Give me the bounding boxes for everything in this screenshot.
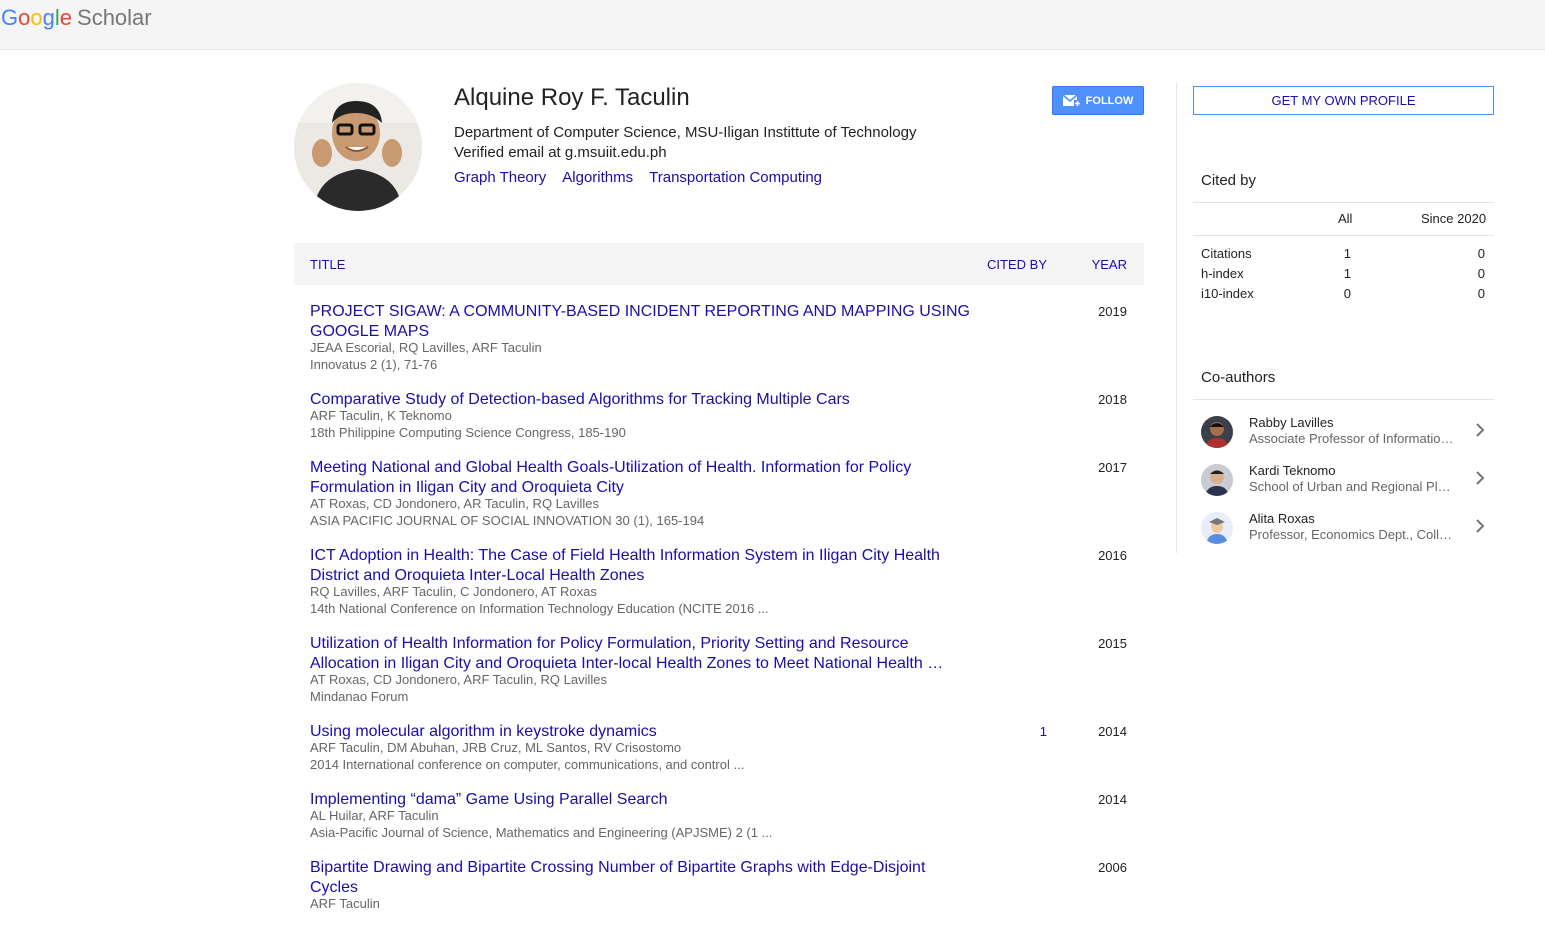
col-all[interactable]: All (1338, 211, 1352, 226)
mail-plus-icon (1062, 93, 1081, 107)
cited-by-title: Cited by (1201, 172, 1257, 189)
article-venue: 18th Philippine Computing Science Congre… (310, 425, 626, 440)
article-year: 2017 (1098, 460, 1127, 475)
article-venue: ASIA PACIFIC JOURNAL OF SOCIAL INNOVATIO… (310, 513, 705, 528)
article-venue: Asia-Pacific Journal of Science, Mathema… (310, 825, 773, 840)
article-year: 2014 (1098, 792, 1127, 807)
metric-all: 0 (1343, 286, 1351, 301)
article-authors: ARF Taculin, K Teknomo (310, 408, 452, 423)
coauthor-affiliation: Professor, Economics Dept., College of B… (1249, 527, 1454, 542)
chevron-right-icon (1476, 423, 1485, 437)
article-year: 2014 (1098, 724, 1127, 739)
interest-link[interactable]: Graph Theory (454, 169, 546, 186)
article-title[interactable]: PROJECT SIGAW: A COMMUNITY-BASED INCIDEN… (310, 302, 970, 342)
interest-link[interactable]: Transportation Computing (649, 169, 822, 186)
article-year: 2019 (1098, 304, 1127, 319)
article-cited-by[interactable]: 1 (1040, 724, 1047, 739)
coauthor-avatar (1201, 512, 1233, 544)
article-title[interactable]: Bipartite Drawing and Bipartite Crossing… (310, 858, 970, 898)
top-bar: Google Scholar (0, 0, 1545, 50)
metric-row: h-index 1 0 (1193, 266, 1494, 286)
coauthor-affiliation: School of Urban and Regional Planning (1249, 479, 1454, 494)
profile-photo (294, 83, 422, 211)
article-title[interactable]: Comparative Study of Detection-based Alg… (310, 390, 970, 410)
article-title[interactable]: ICT Adoption in Health: The Case of Fiel… (310, 546, 970, 586)
article-authors: AT Roxas, CD Jondonero, ARF Taculin, RQ … (310, 672, 607, 687)
metric-row: Citations 1 0 (1193, 246, 1494, 266)
col-since[interactable]: Since 2020 (1421, 211, 1486, 226)
divider (1193, 202, 1494, 203)
article-year: 2015 (1098, 636, 1127, 651)
google-scholar-logo[interactable]: Google Scholar (1, 5, 152, 31)
logo-letter: o (18, 5, 31, 30)
article-authors: AT Roxas, CD Jondonero, AR Taculin, RQ L… (310, 496, 600, 511)
article-venue: 14th National Conference on Information … (310, 601, 769, 616)
metric-label[interactable]: i10-index (1201, 286, 1254, 301)
sidebar-divider (1176, 83, 1177, 553)
get-my-own-profile-button[interactable]: GET MY OWN PROFILE (1193, 86, 1494, 115)
article-venue: Innovatus 2 (1), 71-76 (310, 357, 438, 372)
profile-email: Verified email at g.msuiit.edu.ph (454, 144, 667, 161)
metric-label[interactable]: h-index (1201, 266, 1244, 281)
metric-all: 1 (1343, 266, 1351, 281)
metric-since: 0 (1477, 266, 1485, 281)
article-year: 2016 (1098, 548, 1127, 563)
article-title[interactable]: Utilization of Health Information for Po… (310, 634, 970, 674)
sort-by-title[interactable]: TITLE (310, 257, 345, 272)
articles-table-header: TITLE CITED BY YEAR (294, 243, 1144, 285)
logo-letter: G (1, 5, 19, 30)
article-authors: RQ Lavilles, ARF Taculin, C Jondonero, A… (310, 584, 597, 599)
interest-link[interactable]: Algorithms (562, 169, 633, 186)
metric-row: i10-index 0 0 (1193, 286, 1494, 306)
profile-name: Alquine Roy F. Taculin (454, 84, 690, 111)
coauthor-name: Alita Roxas (1249, 511, 1315, 526)
article-authors: ARF Taculin, DM Abuhan, JRB Cruz, ML San… (310, 740, 682, 755)
coauthor-name: Rabby Lavilles (1249, 415, 1334, 430)
chevron-right-icon (1476, 519, 1485, 533)
metric-all: 1 (1343, 246, 1351, 261)
logo-letter: o (30, 5, 43, 30)
article-authors: AL Huilar, ARF Taculin (310, 808, 439, 823)
coauthor-avatar (1201, 416, 1233, 448)
article-title[interactable]: Using molecular algorithm in keystroke d… (310, 722, 970, 742)
coauthors-title: Co-authors (1201, 369, 1276, 386)
coauthor-item[interactable]: Kardi Teknomo School of Urban and Region… (1193, 456, 1494, 504)
coauthor-affiliation: Associate Professor of Information Techn… (1249, 431, 1454, 446)
divider (1193, 399, 1494, 400)
article-authors: JEAA Escorial, RQ Lavilles, ARF Taculin (310, 340, 542, 355)
research-interests: Graph Theory Algorithms Transportation Com… (454, 169, 838, 186)
article-authors: ARF Taculin (310, 896, 380, 911)
coauthor-avatar (1201, 464, 1233, 496)
follow-button[interactable]: FOLLOW (1052, 86, 1144, 115)
coauthor-item[interactable]: Rabby Lavilles Associate Professor of In… (1193, 408, 1494, 456)
profile-affiliation: Department of Computer Science, MSU-Ilig… (454, 124, 917, 141)
coauthor-item[interactable]: Alita Roxas Professor, Economics Dept., … (1193, 504, 1494, 552)
article-year: 2006 (1098, 860, 1127, 875)
metric-since: 0 (1477, 246, 1485, 261)
article-year: 2018 (1098, 392, 1127, 407)
chevron-right-icon (1476, 471, 1485, 485)
article-title[interactable]: Meeting National and Global Health Goals… (310, 458, 970, 498)
sort-by-cited[interactable]: CITED BY (987, 257, 1047, 272)
article-venue: Mindanao Forum (310, 689, 409, 704)
article-venue: 2014 International conference on compute… (310, 757, 745, 772)
logo-letter: g (42, 5, 55, 30)
follow-label: FOLLOW (1085, 94, 1134, 107)
coauthor-name: Kardi Teknomo (1249, 463, 1336, 478)
logo-letter: e (59, 5, 73, 30)
sort-by-year[interactable]: YEAR (1092, 257, 1127, 272)
metric-since: 0 (1477, 286, 1485, 301)
article-title[interactable]: Implementing “dama” Game Using Parallel … (310, 790, 970, 810)
divider (1193, 235, 1494, 236)
metric-label[interactable]: Citations (1201, 246, 1252, 261)
logo-scholar-text: Scholar (77, 5, 152, 30)
